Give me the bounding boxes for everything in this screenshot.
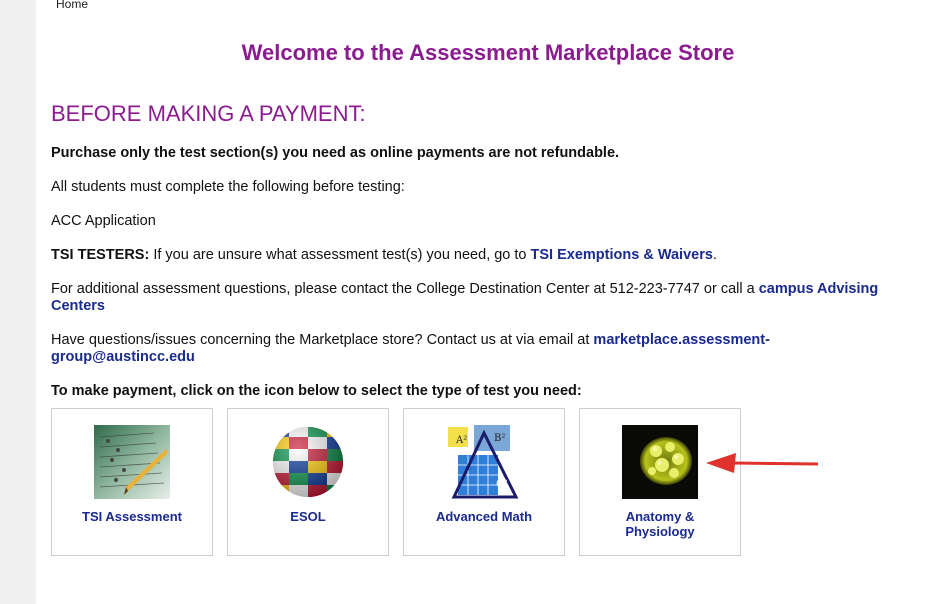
breadcrumb-home[interactable]: Home — [56, 0, 88, 11]
svg-text:B²: B² — [494, 433, 505, 444]
marketplace-questions-line: Have questions/issues concerning the Mar… — [51, 332, 770, 366]
email-link-continued[interactable]: group@austincc.edu — [51, 349, 195, 365]
tsi-exemptions-link[interactable]: TSI Exemptions & Waivers — [531, 247, 713, 263]
tsi-testers-line: TSI TESTERS: If you are unsure what asse… — [51, 247, 717, 264]
additional-text: For additional assessment questions, ple… — [51, 281, 759, 297]
page-title: Welcome to the Assessment Marketplace St… — [241, 40, 735, 65]
world-flags-globe-icon — [270, 425, 346, 499]
tsi-end: . — [712, 247, 717, 263]
svg-text:C²: C² — [496, 479, 508, 490]
svg-text:A²: A² — [455, 435, 467, 446]
advanced-math-card[interactable]: A² B² C² Advanced Math — [403, 408, 565, 556]
test-sheet-pencil-icon — [94, 425, 170, 499]
students-requirement: All students must complete the following… — [51, 179, 405, 195]
tsi-testers-label: TSI TESTERS: — [51, 247, 150, 263]
email-link[interactable]: marketplace.assessment- — [593, 332, 770, 348]
pythagorean-triangle-icon: A² B² C² — [446, 425, 522, 499]
questions-text: Have questions/issues concerning the Mar… — [51, 332, 594, 348]
campus-advising-link[interactable]: campus Advising — [759, 281, 879, 297]
refund-notice: Purchase only the test section(s) you ne… — [51, 145, 620, 161]
tsi-testers-text: If you are unsure what assessment test(s… — [149, 247, 531, 263]
left-gutter — [0, 0, 36, 604]
card-label: ESOL — [290, 509, 326, 524]
anatomy-physiology-card[interactable]: Anatomy & Physiology — [579, 408, 741, 556]
card-label: Anatomy & Physiology — [625, 509, 695, 539]
additional-questions-line: For additional assessment questions, ple… — [51, 281, 878, 315]
payment-instruction: To make payment, click on the icon below… — [51, 383, 582, 399]
annotation-arrow-icon — [706, 453, 819, 473]
before-payment-heading: BEFORE MAKING A PAYMENT: — [51, 101, 366, 126]
advising-centers-link[interactable]: Centers — [51, 298, 105, 314]
esol-card[interactable]: ESOL — [227, 408, 389, 556]
card-label: Advanced Math — [435, 509, 533, 524]
acc-application: ACC Application — [51, 213, 156, 229]
tsi-assessment-card[interactable]: TSI Assessment — [51, 408, 213, 556]
cell-microscope-icon — [622, 425, 698, 499]
card-label: TSI Assessment — [82, 509, 182, 524]
